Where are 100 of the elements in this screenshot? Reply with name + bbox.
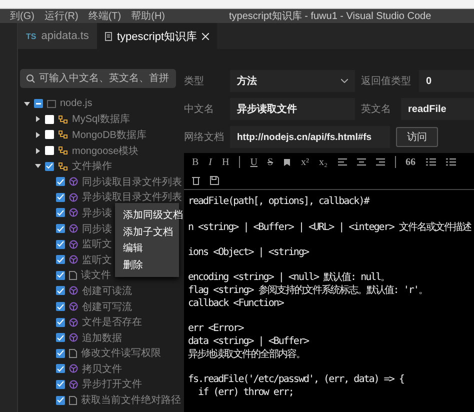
cube-icon <box>69 192 78 202</box>
menu-item[interactable]: 终端(T) <box>88 9 122 23</box>
cube-icon <box>69 240 78 249</box>
tree-item-label[interactable]: 同步读取目录文件列表 <box>82 174 182 189</box>
save-icon[interactable] <box>210 176 219 185</box>
checkbox[interactable] <box>45 146 54 156</box>
tree-item-label[interactable]: 同步读 <box>82 222 112 236</box>
close-icon[interactable] <box>202 32 210 40</box>
checkbox[interactable] <box>45 130 54 140</box>
checkmark-icon <box>57 272 64 278</box>
cube-icon <box>69 208 78 218</box>
checkbox[interactable] <box>56 302 65 312</box>
menu-item[interactable]: 删除 <box>115 256 179 273</box>
cube-icon <box>69 255 78 264</box>
format-tool[interactable]: H <box>222 156 230 168</box>
english-name-field[interactable]: readFile <box>401 98 474 120</box>
checkmark-icon <box>57 350 64 356</box>
checkbox[interactable] <box>56 348 65 358</box>
bookmark-icon[interactable] <box>283 158 292 167</box>
caret-right-icon[interactable] <box>35 132 41 138</box>
editor-area[interactable] <box>184 153 474 412</box>
checkbox[interactable] <box>56 240 65 249</box>
menu-item[interactable]: 添加子文档 <box>115 224 179 240</box>
checkbox[interactable] <box>45 162 54 171</box>
caret-right-icon[interactable] <box>35 148 41 154</box>
tree-item-label[interactable]: mongoose模块 <box>72 144 139 158</box>
editor-tab[interactable]: typescript知识库 <box>96 23 218 49</box>
tree-item-label[interactable]: 监听文 <box>82 237 112 252</box>
cube-icon <box>69 224 78 234</box>
chevron-down-icon <box>341 79 348 83</box>
align-right-icon[interactable] <box>376 158 385 166</box>
tree-item-label[interactable]: 拷贝文件 <box>82 362 122 376</box>
trash-icon[interactable] <box>192 176 200 185</box>
tree-item-label[interactable]: node.js <box>60 98 92 110</box>
tree-item-label[interactable]: 获取当前文件绝对路径 <box>81 393 181 408</box>
tree-item-label[interactable]: 文件操作 <box>72 159 112 174</box>
tree-item-label[interactable]: 异步读取目录文件列表 <box>82 190 182 204</box>
cube-icon <box>69 177 78 186</box>
format-tool[interactable]: I <box>208 156 212 168</box>
editor-tab[interactable]: TS apidata.ts <box>18 23 97 49</box>
format-tool[interactable]: 66 <box>406 156 416 168</box>
type-dropdown[interactable]: 方法 <box>230 70 355 92</box>
visit-button[interactable]: 访问 <box>396 127 438 147</box>
cube-icon <box>69 318 78 327</box>
checkmark-icon <box>46 163 53 170</box>
url-field[interactable]: http://nodejs.cn/api/fs.html#fs <box>230 126 390 148</box>
checkbox[interactable] <box>34 99 43 108</box>
numbered-list-icon[interactable] <box>426 158 436 166</box>
menu-item[interactable]: 编辑 <box>115 240 179 256</box>
format-tool[interactable]: B <box>192 156 199 168</box>
format-tool[interactable]: S <box>267 156 274 168</box>
tree-item-label[interactable]: 读文件 <box>81 268 111 282</box>
tree-item-label[interactable]: 监听文 <box>82 252 112 267</box>
checkmark-icon <box>57 304 64 310</box>
tree-item-label[interactable]: 追加数据 <box>82 330 122 345</box>
bullet-list-icon[interactable] <box>446 158 456 166</box>
caret-down-icon[interactable] <box>35 163 41 170</box>
checkbox[interactable] <box>56 396 65 405</box>
document-icon <box>69 270 77 280</box>
format-tool[interactable]: x² <box>301 156 310 168</box>
branch-icon <box>58 162 68 171</box>
document-icon <box>69 396 77 405</box>
checkbox[interactable] <box>56 318 65 327</box>
checkbox[interactable] <box>56 286 65 296</box>
tree-item-label[interactable]: 修改文件读写权限 <box>81 346 161 360</box>
code-line: readFile(path[, options], callback)# <box>188 196 370 209</box>
checkbox[interactable] <box>56 208 65 218</box>
tree-item-label[interactable]: 创建可读流 <box>82 284 132 298</box>
field-label: 类型 <box>184 74 205 88</box>
checkbox[interactable] <box>56 177 65 186</box>
checkbox[interactable] <box>56 270 65 280</box>
chinese-name-field[interactable]: 异步读取文件 <box>230 98 355 120</box>
code-line: n <string> | <Buffer> | <URL> | <integer> 文件名或文件描述 <box>188 222 472 234</box>
menu-item[interactable]: 运行(R) <box>44 9 78 23</box>
checkbox[interactable] <box>56 380 65 389</box>
format-tool[interactable]: x₂ <box>319 156 328 168</box>
tree-item-label[interactable]: MySql数据库 <box>72 112 130 126</box>
cube-icon <box>69 333 78 342</box>
checkbox[interactable] <box>56 224 65 234</box>
caret-down-icon[interactable] <box>24 100 30 107</box>
format-tool[interactable]: U <box>250 156 258 168</box>
tree-item-label[interactable]: 创建可写流 <box>82 300 132 314</box>
cube-icon <box>69 302 78 312</box>
tree-item-label[interactable]: 文件是否存在 <box>82 315 142 330</box>
code-line: data <string> | <Buffer> <box>188 336 310 348</box>
code-line: ions <Object> | <string> <box>188 246 310 260</box>
tree-item-label[interactable]: MongoDB数据库 <box>72 128 146 142</box>
checkbox[interactable] <box>56 364 65 374</box>
menu-item[interactable]: 帮助(H) <box>131 9 166 23</box>
align-left-icon[interactable] <box>338 158 347 166</box>
tree-item-label[interactable]: 异步打开文件 <box>82 377 142 392</box>
tree-item-label[interactable]: 异步读 <box>82 206 112 220</box>
checkbox[interactable] <box>56 255 65 264</box>
return-type-field[interactable]: 0 <box>419 70 474 92</box>
checkbox[interactable] <box>56 192 65 202</box>
caret-right-icon[interactable] <box>35 116 41 122</box>
checkbox[interactable] <box>45 114 54 124</box>
align-center-icon[interactable] <box>356 158 366 166</box>
checkbox[interactable] <box>56 333 65 342</box>
menu-item[interactable]: 到(G) <box>10 9 34 23</box>
